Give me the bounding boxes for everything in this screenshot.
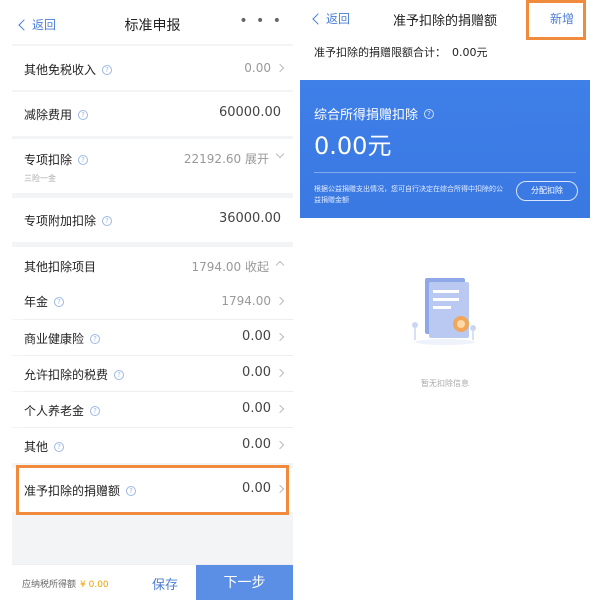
row-deduction-fee: 减除费用 ? 60000.00 xyxy=(12,92,293,136)
collapse-toggle[interactable]: 收起 xyxy=(245,260,269,274)
donation-limit-total: 准予扣除的捐赠限额合计： 0.00元 xyxy=(314,44,488,60)
taxable-income-value: ¥ 0.00 xyxy=(80,580,109,590)
taxable-income-label: 应纳税所得额 xyxy=(22,580,77,590)
chevron-right-icon xyxy=(275,296,285,306)
row-label: 年金 xyxy=(24,295,49,309)
row-label: 减除费用 xyxy=(24,108,73,122)
save-button[interactable]: 保存 xyxy=(152,574,178,593)
chevron-up-icon[interactable] xyxy=(275,260,285,270)
nav-bar: 返回 标准申报 • • • xyxy=(12,0,293,44)
help-icon[interactable]: ? xyxy=(102,64,113,75)
row-special-deduction[interactable]: 专项扣除 ? 三险一金 22192.60 展开 xyxy=(12,139,293,193)
special-value: 22192.60 xyxy=(183,152,242,166)
empty-document-icon xyxy=(405,270,485,350)
row-label: 商业健康险 xyxy=(24,332,85,346)
row-value: 22192.60 展开 xyxy=(184,150,269,167)
row-other[interactable]: 其他 ? 0.00 xyxy=(12,428,293,463)
row-annuity[interactable]: 年金 ? 1794.00 xyxy=(12,283,293,319)
donation-summary-card: 综合所得捐赠扣除 ? 0.00元 根据公益捐赠支出情况，您可自行决定在综合所得中… xyxy=(300,80,590,218)
row-label: 其他 xyxy=(24,440,49,454)
row-label: 专项扣除 xyxy=(24,153,73,167)
row-value: 1794.00 xyxy=(221,294,271,308)
chevron-right-icon xyxy=(275,63,285,73)
row-tax-fee[interactable]: 允许扣除的税费 ? 0.00 xyxy=(12,356,293,391)
help-icon[interactable]: ? xyxy=(90,405,101,416)
row-sublabel: 三险一金 xyxy=(24,174,56,183)
limit-label: 准予扣除的捐赠限额合计： xyxy=(314,46,446,59)
row-value: 60000.00 xyxy=(218,105,281,120)
row-health-insurance[interactable]: 商业健康险 ? 0.00 xyxy=(12,320,293,355)
help-icon[interactable]: ? xyxy=(54,296,65,307)
help-icon[interactable]: ? xyxy=(78,154,89,165)
row-value: 1794.00 收起 xyxy=(192,258,269,275)
help-icon[interactable]: ? xyxy=(424,108,435,119)
chevron-down-icon[interactable] xyxy=(275,149,285,159)
card-title: 综合所得捐赠扣除 ? xyxy=(314,104,435,123)
allocate-deduction-button[interactable]: 分配扣除 xyxy=(516,181,578,201)
highlight-box xyxy=(16,465,289,515)
row-label: 其他扣除项目 xyxy=(24,260,97,274)
card-note: 根据公益捐赠支出情况，您可自行决定在综合所得中扣除的公益捐赠金额 xyxy=(314,185,503,204)
help-icon[interactable]: ? xyxy=(114,369,125,380)
chevron-right-icon xyxy=(275,332,285,342)
bottom-bar: 应纳税所得额 ¥ 0.00 保存 下一步 xyxy=(12,564,293,600)
row-label: 允许扣除的税费 xyxy=(24,368,109,382)
row-value: 36000.00 xyxy=(218,211,281,226)
help-icon[interactable]: ? xyxy=(78,109,89,120)
row-label: 其他免税收入 xyxy=(24,63,97,77)
limit-value: 0.00元 xyxy=(452,46,488,59)
chevron-right-icon xyxy=(275,404,285,414)
empty-state-text: 暂无扣除信息 xyxy=(421,379,469,388)
more-menu-button[interactable]: • • • xyxy=(239,13,283,29)
next-step-button[interactable]: 下一步 xyxy=(196,565,293,600)
card-title-text: 综合所得捐赠扣除 xyxy=(314,108,419,123)
taxable-income: 应纳税所得额 ¥ 0.00 xyxy=(22,577,109,590)
highlight-box xyxy=(526,0,586,40)
donation-deduction-screen: 返回 准予扣除的捐赠额 新增 准予扣除的捐赠限额合计： 0.00元 综合所得捐赠扣… xyxy=(300,0,590,600)
expand-toggle[interactable]: 展开 xyxy=(245,152,269,166)
row-value: 0.00 xyxy=(242,365,271,380)
row-value: 0.00 xyxy=(242,437,271,452)
help-icon[interactable]: ? xyxy=(90,333,101,344)
card-amount: 0.00元 xyxy=(314,132,392,160)
row-special-additional: 专项附加扣除 ? 36000.00 xyxy=(12,198,293,242)
row-value: 0.00 xyxy=(242,329,271,344)
other-items-value: 1794.00 xyxy=(191,260,242,274)
row-label: 个人养老金 xyxy=(24,404,85,418)
row-personal-pension[interactable]: 个人养老金 ? 0.00 xyxy=(12,392,293,427)
row-tax-free-income[interactable]: 其他免税收入 ? 0.00 xyxy=(12,46,293,90)
row-other-deduction-items[interactable]: 其他扣除项目 1794.00 收起 xyxy=(12,247,293,283)
row-value: 0.00 xyxy=(244,61,271,75)
row-value: 0.00 xyxy=(242,401,271,416)
chevron-right-icon xyxy=(275,440,285,450)
help-icon[interactable]: ? xyxy=(54,441,65,452)
divider xyxy=(314,172,576,173)
chevron-right-icon xyxy=(275,368,285,378)
help-icon[interactable]: ? xyxy=(102,215,113,226)
row-label: 专项附加扣除 xyxy=(24,214,97,228)
